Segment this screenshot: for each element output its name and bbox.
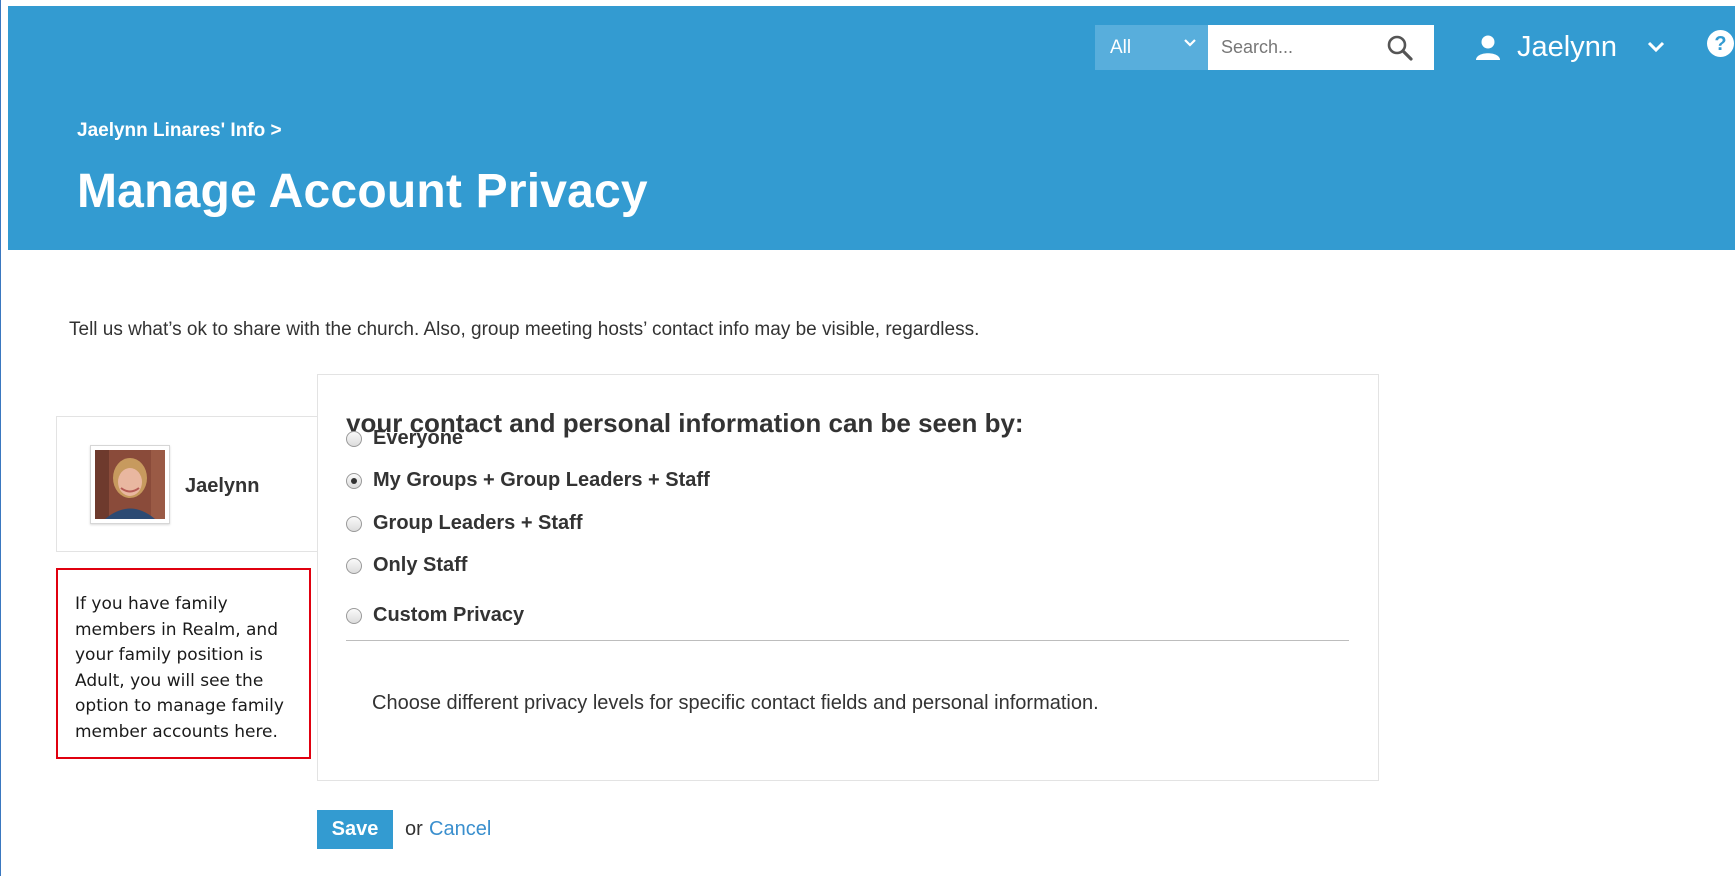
intro-text: Tell us what’s ok to share with the chur… (69, 319, 980, 340)
privacy-option-label: Everyone (373, 427, 464, 449)
family-member-card[interactable]: Jaelynn (56, 416, 318, 552)
search-scope-value: All (1110, 36, 1132, 58)
privacy-option-custom[interactable]: Custom Privacy (346, 604, 524, 627)
privacy-option-label: My Groups + Group Leaders + Staff (373, 469, 710, 491)
breadcrumb[interactable]: Jaelynn Linares' Info > (77, 120, 282, 142)
cancel-link[interactable]: Cancel (429, 818, 491, 841)
privacy-option-only-staff[interactable]: Only Staff (346, 554, 467, 577)
search-scope-select[interactable]: All (1095, 25, 1208, 70)
chevron-down-icon (1647, 41, 1665, 53)
avatar (90, 445, 170, 524)
svg-text:?: ? (1714, 33, 1726, 55)
radio-button[interactable] (346, 515, 362, 532)
radio-button[interactable] (346, 430, 362, 447)
search-box (1208, 25, 1434, 70)
person-icon (1476, 35, 1500, 60)
radio-button[interactable] (346, 472, 362, 489)
privacy-option-label: Only Staff (373, 554, 468, 576)
privacy-option-group-leaders[interactable]: Group Leaders + Staff (346, 512, 583, 535)
radio-button[interactable] (346, 557, 362, 574)
search-input[interactable] (1221, 37, 1381, 58)
chevron-down-icon (1184, 39, 1196, 47)
question-circle-icon[interactable]: ? (1706, 29, 1735, 58)
user-menu-name: Jaelynn (1517, 30, 1617, 63)
save-button[interactable]: Save (317, 810, 393, 849)
page-title: Manage Account Privacy (77, 165, 648, 218)
or-text: or (405, 818, 423, 840)
family-note-callout: If you have family members in Realm, and… (56, 568, 311, 759)
page-header: All Jaelynn ? Jaelynn Linares' Info > Ma… (8, 6, 1735, 250)
privacy-option-label: Custom Privacy (373, 604, 525, 626)
search-icon[interactable] (1386, 34, 1414, 62)
privacy-option-my-groups[interactable]: My Groups + Group Leaders + Staff (346, 469, 710, 492)
family-member-name: Jaelynn (185, 475, 260, 497)
privacy-option-everyone[interactable]: Everyone (346, 427, 463, 450)
user-menu[interactable]: Jaelynn (1473, 24, 1665, 70)
radio-button[interactable] (346, 607, 362, 624)
custom-privacy-description: Choose different privacy levels for spec… (372, 692, 1099, 714)
privacy-panel: your contact and personal information ca… (317, 374, 1379, 781)
divider (346, 640, 1349, 641)
privacy-option-label: Group Leaders + Staff (373, 512, 583, 534)
